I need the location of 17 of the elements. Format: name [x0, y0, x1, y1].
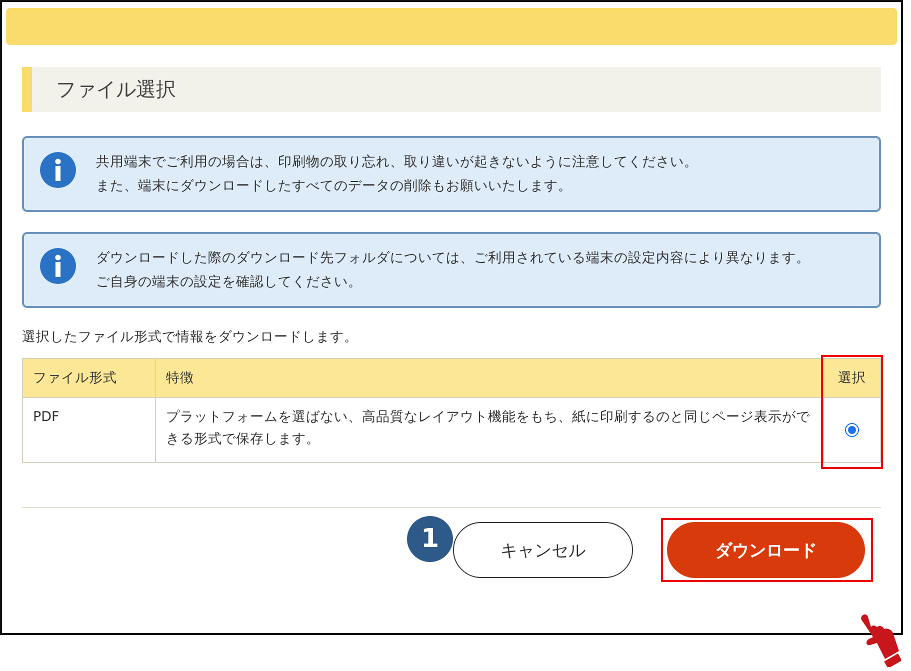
column-header: ファイル形式 — [22, 358, 156, 398]
notice-text: ご自身の端末の設定を確認してください。 — [96, 273, 363, 292]
info-icon — [40, 248, 76, 284]
notice-text: また、端末にダウンロードしたすべてのデータの削除もお願いいたします。 — [96, 177, 573, 196]
download-button[interactable]: ダウンロード — [667, 522, 865, 578]
section-heading: ファイル選択 — [22, 67, 881, 112]
radio-button[interactable] — [845, 423, 859, 437]
table-cell: PDF — [22, 398, 156, 462]
notice-text: 共用端末でご利用の場合は、印刷物の取り忘れ、取り違いが起きないように注意してください。 — [96, 153, 698, 172]
intro-text: 選択したファイル形式で情報をダウンロードします。 — [22, 328, 359, 346]
table-cell: プラットフォームを選ばない、高品質なレイアウト機能をもち、紙に印刷するのと同じページ表示ができる形式で保存します。 — [156, 398, 824, 462]
cancel-button[interactable]: キャンセル — [453, 522, 633, 578]
column-header: 特徴 — [156, 358, 824, 398]
column-header: 選択 — [824, 358, 880, 398]
notice-text: ダウンロードした際のダウンロード先フォルダについては、ご利用されている端末の設定内容により異なります。 — [96, 249, 810, 268]
step-badge: 1 — [407, 516, 453, 562]
info-icon — [40, 152, 76, 188]
